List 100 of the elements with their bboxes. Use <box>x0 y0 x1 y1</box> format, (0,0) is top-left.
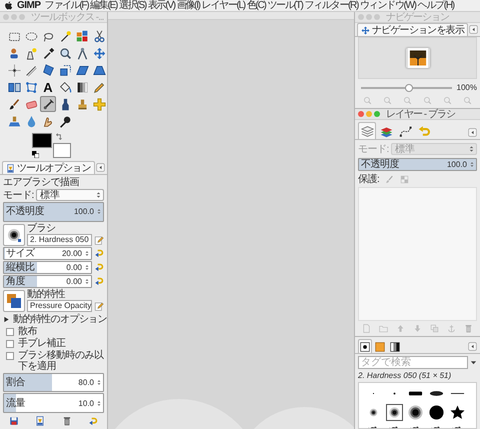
crosshair-icon <box>8 64 20 76</box>
bucket-icon <box>58 80 72 94</box>
nodes-icon <box>24 80 38 94</box>
brush-preview[interactable] <box>428 404 445 421</box>
dropdown-arrows-icon <box>95 191 102 199</box>
floppy-icon[interactable] <box>9 416 19 426</box>
slider-value: 10.0 <box>78 398 94 409</box>
brush-icon <box>8 98 20 110</box>
dynamics-button[interactable] <box>3 290 25 312</box>
bandage-icon <box>92 98 106 110</box>
menu-item[interactable]: 表示(V) <box>148 0 175 11</box>
app-menu[interactable]: GIMP <box>17 0 41 11</box>
spin-arrows-icon <box>84 276 90 286</box>
menu-item[interactable]: ファイル(F) <box>44 0 88 11</box>
layers-stack-icon <box>360 124 374 138</box>
spin-arrows-icon <box>96 398 102 408</box>
spin-arrows-icon <box>84 248 90 258</box>
frame-icon <box>92 64 106 76</box>
window-title: ナビゲーション <box>386 12 449 22</box>
opacity-slider[interactable]: 不透明度 100.0 <box>3 202 104 222</box>
mode-dropdown[interactable]: 標準 <box>36 189 104 201</box>
panel-tab[interactable]: ツールオプション <box>2 161 95 174</box>
checkbox[interactable] <box>6 352 14 360</box>
brush-label: ブラシ <box>27 222 56 234</box>
lock-label: 保護: <box>358 174 380 185</box>
brush-preview[interactable] <box>449 404 466 421</box>
expander[interactable]: 動的特性のオプション <box>3 314 104 325</box>
tool-button[interactable] <box>40 96 56 112</box>
brush-preview[interactable] <box>386 404 403 421</box>
apple-logo-icon[interactable] <box>4 1 13 10</box>
scissors-icon <box>92 30 106 42</box>
default-colors-icon[interactable] <box>32 151 39 158</box>
slider[interactable]: サイズ 20.00 <box>3 246 92 260</box>
flow-slider[interactable]: 流量 10.0 <box>3 393 104 414</box>
slider-value: 0.00 <box>66 262 82 273</box>
edit-icon[interactable] <box>94 300 104 311</box>
tab-menu-icon[interactable] <box>468 128 477 137</box>
checkbox-label: ブラシ移動時のみ以下を適用 <box>18 350 104 372</box>
menu-item[interactable]: レイヤー(L) <box>202 0 245 11</box>
checkbox[interactable] <box>6 328 14 336</box>
swap-arrow-icon[interactable] <box>56 133 63 140</box>
tag-search-field[interactable]: タグで検索 <box>358 356 468 369</box>
undo-arrow-icon <box>418 124 430 138</box>
tab-menu-icon[interactable] <box>469 25 478 34</box>
brush-preview[interactable] <box>407 404 424 421</box>
frame-icon <box>58 64 72 76</box>
brush-name-field[interactable]: 2. Hardness 050 <box>27 234 92 246</box>
slider[interactable]: 縦横比 0.00 <box>3 260 92 274</box>
menu-item[interactable]: 選択(S) <box>119 0 146 11</box>
menu-item[interactable]: 画像(I) <box>176 0 200 11</box>
reset-arrow-icon[interactable] <box>88 416 98 426</box>
menu-item[interactable]: 編集(E) <box>90 0 118 11</box>
reset-arrow-icon[interactable] <box>94 262 104 272</box>
checkbox[interactable] <box>6 340 14 348</box>
panel-tab[interactable] <box>358 339 372 353</box>
menu-item[interactable]: 色(C) <box>246 0 266 11</box>
magnifier-icon <box>58 46 72 60</box>
slider-value: 20.00 <box>62 248 82 259</box>
trash-icon[interactable] <box>62 416 72 426</box>
knife-icon <box>24 64 38 76</box>
tool-button[interactable] <box>57 62 73 78</box>
menu-item[interactable]: ツール(T) <box>268 0 302 11</box>
menu-item[interactable]: ウィンドウ(W) <box>360 0 416 11</box>
slider-thumb[interactable] <box>404 84 413 92</box>
stamp-icon <box>8 114 20 128</box>
checkbox-label: 散布 <box>18 326 37 337</box>
stamp-icon <box>76 98 88 110</box>
edit-icon[interactable] <box>94 234 104 245</box>
tab-menu-icon[interactable] <box>468 342 477 351</box>
rate-slider[interactable]: 割合 80.0 <box>3 372 104 392</box>
tool-button[interactable]: A <box>40 79 56 95</box>
frame-icon <box>42 64 54 76</box>
spin-arrows-icon <box>84 262 90 272</box>
foreground-color-swatch[interactable] <box>32 133 52 148</box>
tool-button[interactable] <box>40 62 56 78</box>
color-stack-icon <box>380 124 392 138</box>
slider-value: 80.0 <box>78 377 94 388</box>
pen-icon <box>24 46 38 60</box>
figure-icon <box>8 46 20 60</box>
dynamics-name-field[interactable]: Pressure Opacity <box>27 300 92 312</box>
slider-label: サイズ <box>6 248 34 259</box>
cross-arrows-icon <box>92 46 106 60</box>
tool-button[interactable] <box>57 79 73 95</box>
color-blocks-icon <box>76 30 88 42</box>
menu-item[interactable]: フィルター(R) <box>304 0 358 11</box>
eyedropper-icon <box>42 46 54 60</box>
panel-tab[interactable]: ナビゲーションを表示 <box>357 23 468 36</box>
reset-arrow-icon[interactable] <box>94 276 104 286</box>
dropdown-arrow-icon[interactable] <box>470 359 477 366</box>
reset-arrow-icon[interactable] <box>94 248 104 258</box>
paddle-icon <box>58 114 72 128</box>
tool-button[interactable] <box>6 62 22 78</box>
tool-title: エアブラシで描画 <box>3 177 80 188</box>
slider-label: 流量 <box>6 398 25 409</box>
background-color-swatch[interactable] <box>53 143 71 158</box>
tab-menu-icon[interactable] <box>96 163 105 172</box>
window-title: レイヤー - ブラシ <box>386 108 455 120</box>
checker-icon[interactable] <box>400 175 410 184</box>
gradient-icon <box>390 342 400 352</box>
brush-button[interactable] <box>3 224 25 246</box>
